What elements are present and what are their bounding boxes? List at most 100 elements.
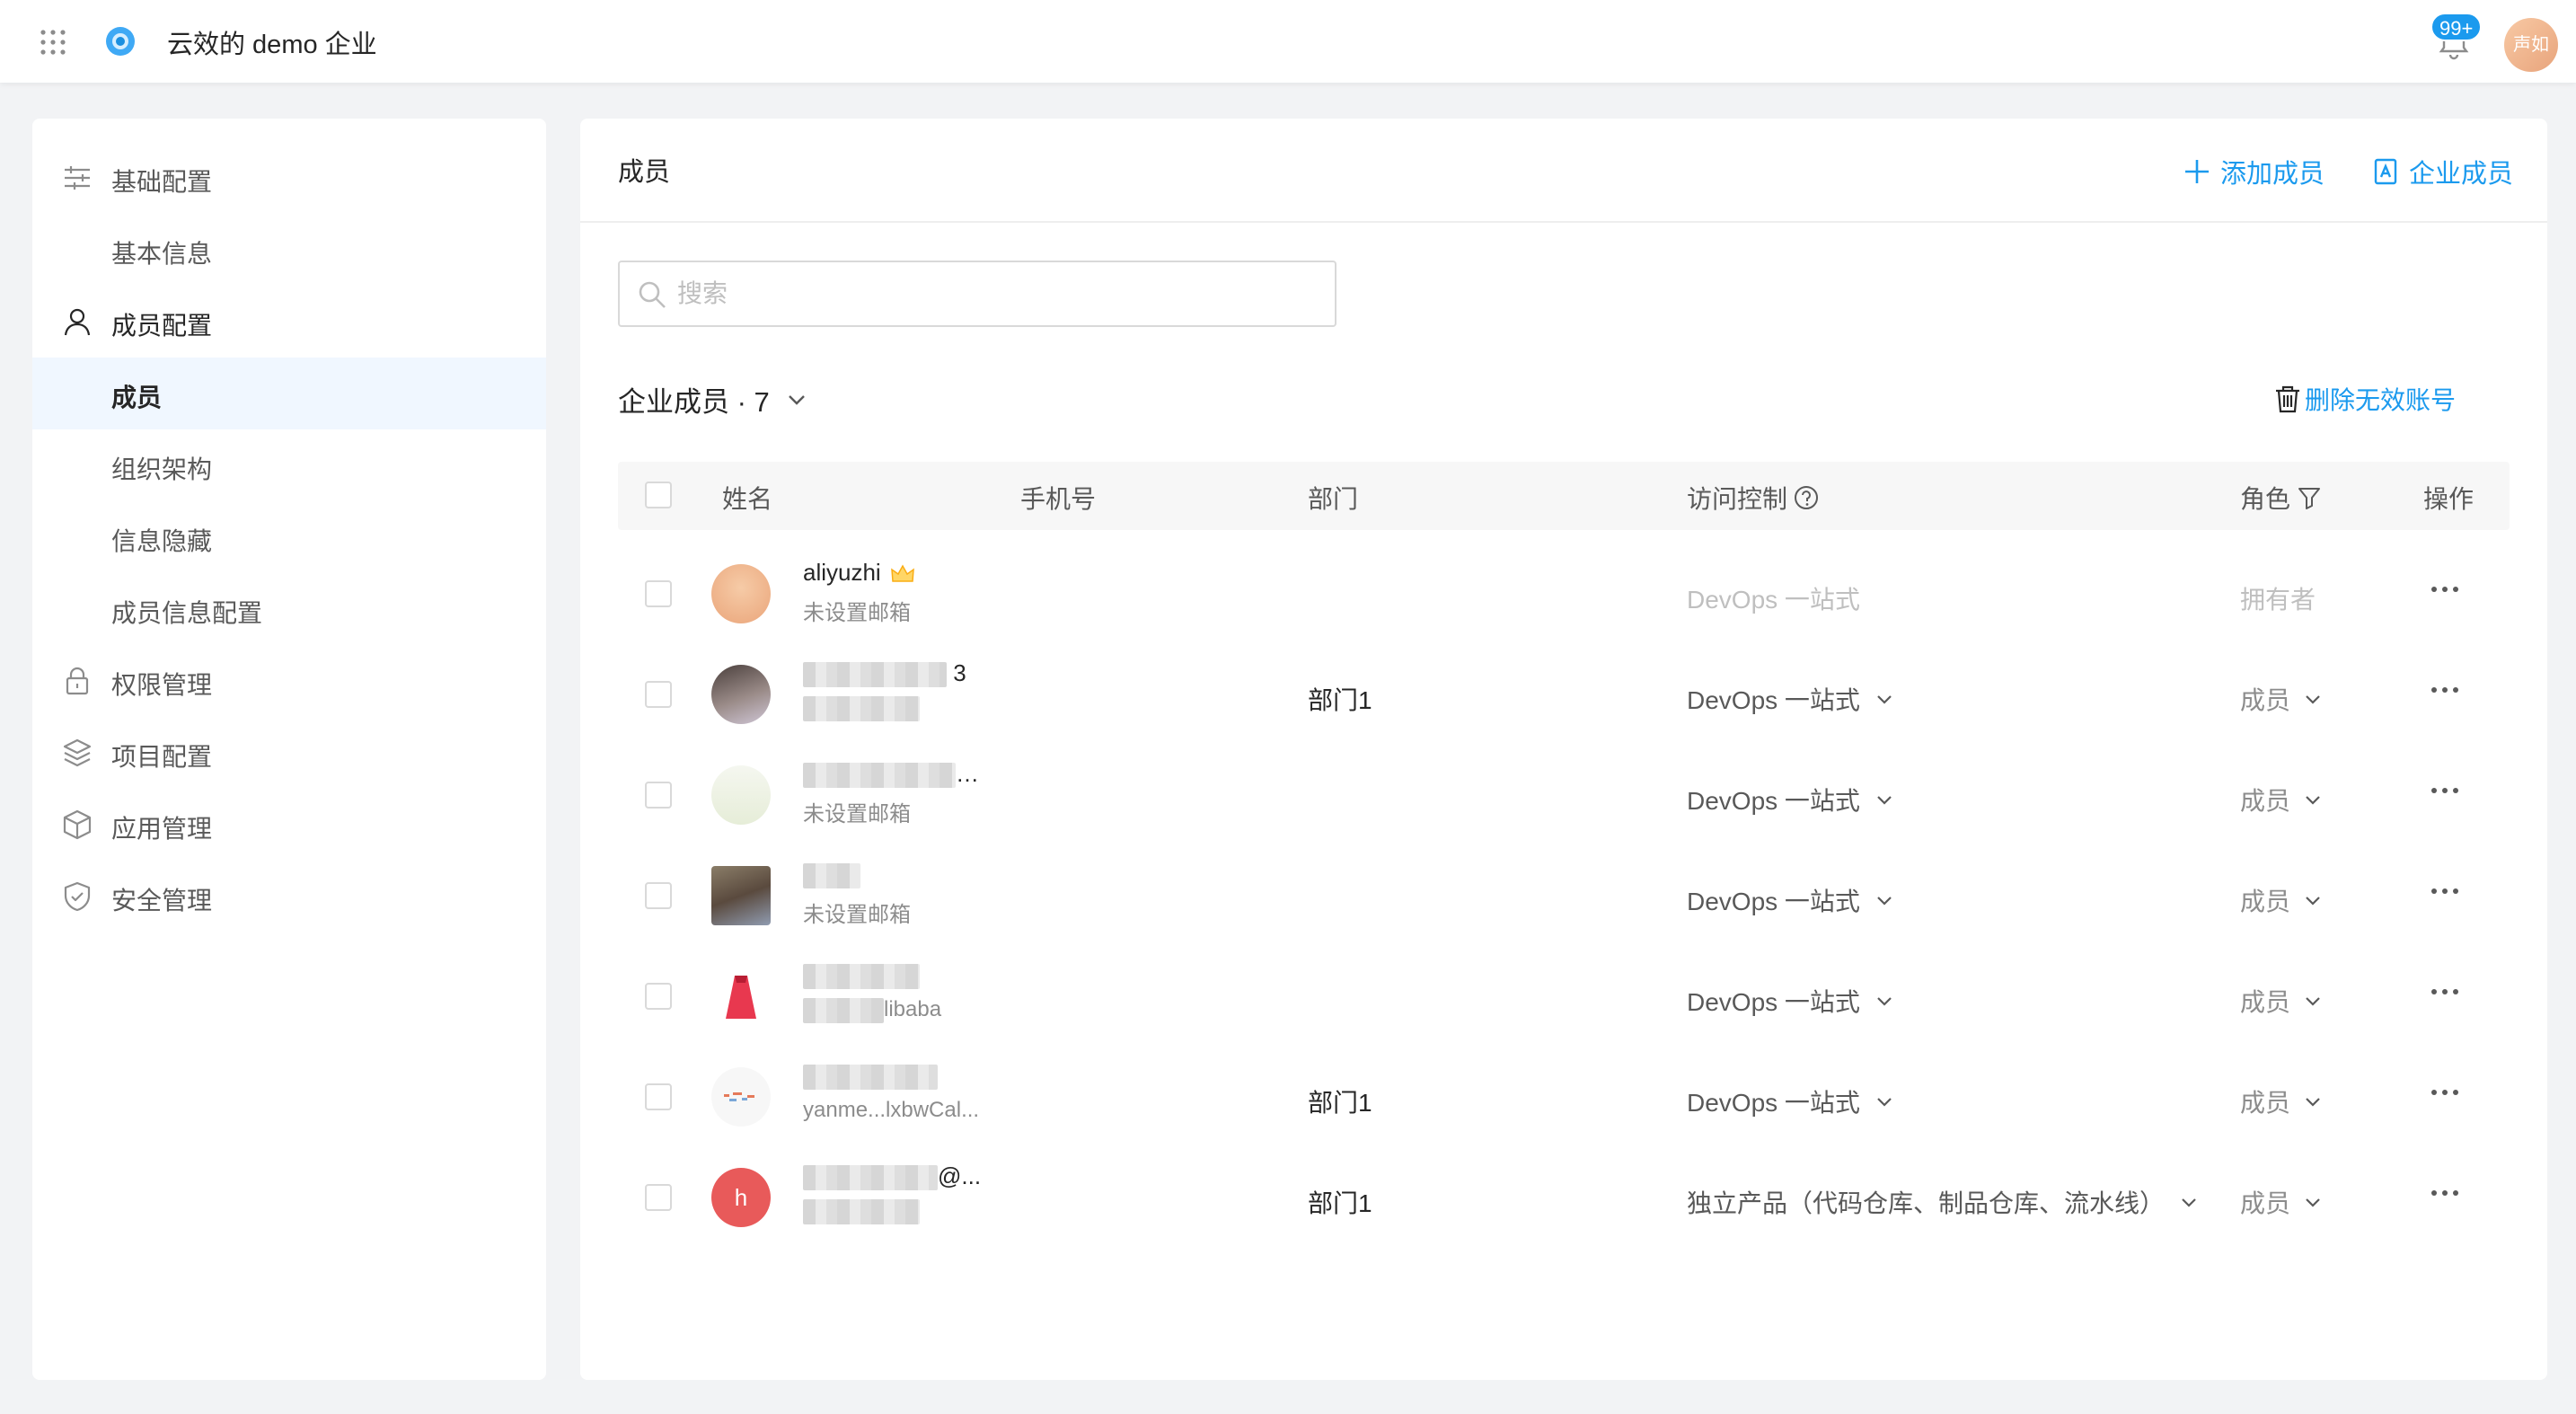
role-dropdown[interactable]: 成员: [2240, 1184, 2325, 1220]
chevron-down-icon: [2306, 897, 2320, 906]
row-checkbox[interactable]: [645, 983, 672, 1010]
table-row: h @... 部门1 独立产品（代码仓库、制品仓库、流水线） 成员: [618, 1148, 2510, 1249]
crown-icon: [890, 564, 914, 582]
blurred-email: [803, 1198, 920, 1224]
blurred-email: [803, 997, 884, 1023]
sidebar-item-info-hiding[interactable]: 信息隐藏: [32, 501, 546, 573]
chevron-down-icon: [1877, 997, 1892, 1006]
member-email: 未设置邮箱: [803, 802, 911, 826]
member-name: aliyuzhi: [803, 559, 915, 587]
access-control-label: DevOps 一站式: [1687, 888, 1860, 915]
role-dropdown[interactable]: 成员: [2240, 983, 2325, 1019]
row-checkbox[interactable]: [645, 580, 672, 607]
avatar: [711, 1067, 771, 1127]
sidebar-item-label: 信息隐藏: [111, 527, 213, 555]
sidebar-item-label: 基础配置: [111, 168, 213, 196]
sidebar-item-permissions[interactable]: 权限管理: [32, 645, 546, 717]
member-name: [803, 961, 920, 990]
access-control-dropdown[interactable]: DevOps 一站式: [1687, 681, 1896, 717]
select-all-checkbox[interactable]: [645, 482, 672, 508]
role-label: 成员: [2240, 1189, 2291, 1217]
plus-icon: [2185, 160, 2209, 183]
more-actions-icon[interactable]: [2427, 1175, 2463, 1211]
member-email: 未设置邮箱: [803, 903, 911, 927]
help-circle-icon[interactable]: [1793, 484, 1820, 511]
sidebar-item-label: 成员: [111, 384, 163, 411]
member-dept: 部门1: [1308, 686, 1372, 714]
role-dropdown[interactable]: 成员: [2240, 681, 2325, 717]
lock-icon: [66, 667, 89, 695]
sidebar-item-member-info-config[interactable]: 成员信息配置: [32, 573, 546, 645]
sidebar-item-app-management[interactable]: 应用管理: [32, 789, 546, 861]
role-dropdown[interactable]: 成员: [2240, 782, 2325, 817]
role-dropdown[interactable]: 成员: [2240, 882, 2325, 918]
access-control-dropdown[interactable]: DevOps 一站式: [1687, 983, 1896, 1019]
access-control-dropdown[interactable]: 独立产品（代码仓库、制品仓库、流水线）: [1687, 1184, 2201, 1220]
access-control-label: DevOps 一站式: [1687, 686, 1860, 714]
avatar: h: [711, 1168, 771, 1227]
member-name-text: aliyuzhi: [803, 559, 881, 586]
sidebar-item-security[interactable]: 安全管理: [32, 861, 546, 932]
sidebar-item-org-structure[interactable]: 组织架构: [32, 429, 546, 501]
delete-invalid-label: 删除无效账号: [2305, 386, 2457, 414]
search-input[interactable]: [677, 268, 1306, 320]
table-row: yanme...lxbwCal... 部门1 DevOps 一站式 成员: [618, 1047, 2510, 1148]
layers-icon: [63, 738, 92, 767]
table-row: 3 部门1 DevOps 一站式 成员: [618, 645, 2510, 746]
row-checkbox[interactable]: [645, 681, 672, 708]
column-access: 访问控制: [1687, 480, 1820, 516]
more-actions-icon[interactable]: [2427, 773, 2463, 809]
delete-invalid-accounts-button[interactable]: 删除无效账号: [2272, 381, 2456, 417]
access-control-dropdown[interactable]: DevOps 一站式: [1687, 882, 1896, 918]
role-label: 成员: [2240, 686, 2291, 714]
sidebar-item-project-config[interactable]: 项目配置: [32, 717, 546, 789]
more-actions-icon[interactable]: [2427, 571, 2463, 607]
table-header: 姓名 手机号 部门 访问控制 角色 操作: [618, 462, 2510, 530]
sidebar-item-basic-config[interactable]: 基础配置: [32, 142, 546, 214]
main-panel: 成员 添加成员 企业成员 企业成员 · 7 删除无效账号 姓名 手机号 部门 访…: [580, 119, 2547, 1380]
access-control-label: 独立产品（代码仓库、制品仓库、流水线）: [1687, 1189, 2166, 1217]
member-name: [803, 861, 860, 889]
row-checkbox[interactable]: [645, 1184, 672, 1211]
access-control-label: DevOps 一站式: [1687, 586, 1860, 614]
add-member-label: 添加成员: [2220, 160, 2325, 189]
filter-icon[interactable]: [2296, 484, 2323, 511]
access-control-dropdown[interactable]: DevOps 一站式: [1687, 782, 1896, 817]
top-bar: 云效的 demo 企业 99+ 声如: [0, 0, 2576, 83]
sidebar-item-label: 权限管理: [111, 671, 213, 699]
column-access-label: 访问控制: [1687, 485, 1788, 513]
more-actions-icon[interactable]: [2427, 1074, 2463, 1110]
row-checkbox[interactable]: [645, 1083, 672, 1110]
chevron-down-icon: [2306, 695, 2320, 704]
more-actions-icon[interactable]: [2427, 672, 2463, 708]
member-count-dropdown[interactable]: 企业成员 · 7: [618, 379, 809, 420]
more-actions-icon[interactable]: [2427, 974, 2463, 1010]
sidebar-item-members[interactable]: 成员: [32, 358, 546, 429]
chevron-down-icon: [1877, 695, 1892, 704]
blurred-name: [803, 964, 920, 990]
access-control-dropdown[interactable]: DevOps 一站式: [1687, 1083, 1896, 1119]
section-title-label: 企业成员 · 7: [618, 386, 770, 418]
sidebar-item-basic-info[interactable]: 基本信息: [32, 214, 546, 286]
user-avatar[interactable]: 声如: [2504, 18, 2558, 72]
add-member-button[interactable]: 添加成员: [2183, 153, 2325, 190]
member-name-text: 3: [953, 659, 966, 686]
role-label: 成员: [2240, 888, 2291, 915]
row-checkbox[interactable]: [645, 782, 672, 809]
more-actions-icon[interactable]: [2427, 873, 2463, 909]
row-checkbox[interactable]: [645, 882, 672, 909]
org-logo-icon: [106, 27, 135, 56]
role-dropdown[interactable]: 成员: [2240, 1083, 2325, 1119]
chevron-down-icon: [2182, 1198, 2196, 1207]
chevron-down-icon: [2306, 1198, 2320, 1207]
member-name-text: …: [956, 760, 979, 787]
enterprise-member-button[interactable]: 企业成员: [2371, 153, 2513, 190]
sidebar-item-member-config[interactable]: 成员配置: [32, 286, 546, 358]
sidebar-item-label: 成员配置: [111, 312, 213, 340]
sliders-icon: [65, 166, 90, 190]
app-grid-icon[interactable]: [40, 29, 66, 56]
chevron-down-icon: [788, 394, 805, 405]
org-name[interactable]: 云效的 demo 企业: [167, 23, 377, 61]
shield-icon: [64, 881, 91, 912]
contact-card-icon: [2374, 158, 2397, 185]
